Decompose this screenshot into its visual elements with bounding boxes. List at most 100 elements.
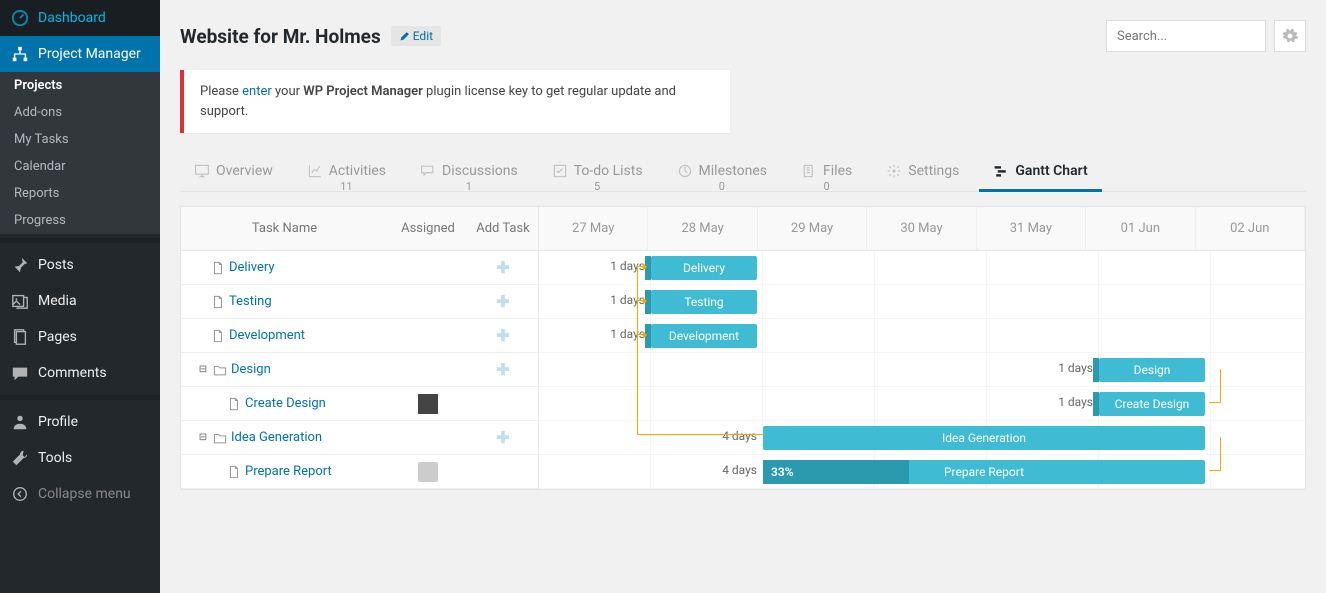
sidebar-divider xyxy=(0,395,160,400)
toggle-icon[interactable]: ⊟ xyxy=(197,364,209,375)
gantt-body: 1 daysDelivery1 daysTesting1 daysDevelop… xyxy=(539,251,1305,489)
license-notice: Please enter your WP Project Manager plu… xyxy=(180,70,730,133)
tab-gantt[interactable]: Gantt Chart xyxy=(979,153,1101,191)
sidebar-item-pages[interactable]: Pages xyxy=(0,319,160,355)
sidebar-sub-addons[interactable]: Add-ons xyxy=(0,99,160,126)
settings-button[interactable] xyxy=(1274,20,1306,52)
tab-settings[interactable]: Settings xyxy=(872,153,973,191)
gantt-bar[interactable]: Create Design xyxy=(1099,392,1205,416)
task-row: ⊟ Design ✚ xyxy=(181,353,538,387)
col-assigned: Assigned xyxy=(388,221,468,236)
chat-icon xyxy=(420,163,436,179)
sidebar-item-project-manager[interactable]: Project Manager xyxy=(0,36,160,72)
gantt-row: 4 days33%Prepare Report xyxy=(539,455,1305,489)
tab-count: 0 xyxy=(824,180,830,193)
gantt-grid-header: Task Name Assigned Add Task xyxy=(181,207,538,251)
document-icon xyxy=(211,295,225,309)
task-row: Development ✚ xyxy=(181,319,538,353)
dependency-line xyxy=(637,334,645,335)
day-col: 30 May xyxy=(867,207,976,250)
add-task-button[interactable]: ✚ xyxy=(468,292,538,311)
gantt-bar[interactable]: Delivery xyxy=(651,256,757,280)
wrench-icon xyxy=(10,448,30,468)
search-input[interactable] xyxy=(1106,20,1266,52)
duration-label: 1 days xyxy=(1049,361,1093,375)
task-link[interactable]: Delivery xyxy=(229,260,275,275)
profile-icon xyxy=(10,412,30,432)
tab-activities[interactable]: Activities 11 xyxy=(293,153,400,191)
gantt-row: 1 daysDelivery xyxy=(539,251,1305,285)
sidebar-sub-reports[interactable]: Reports xyxy=(0,180,160,207)
gear-icon xyxy=(1282,28,1298,44)
task-link[interactable]: Create Design xyxy=(245,396,326,411)
checklist-icon xyxy=(552,163,568,179)
add-task-button[interactable]: ✚ xyxy=(468,428,538,447)
enter-link[interactable]: enter xyxy=(242,84,272,99)
sidebar-item-media[interactable]: Media xyxy=(0,283,160,319)
day-col: 29 May xyxy=(758,207,867,250)
edit-button[interactable]: Edit xyxy=(391,26,441,46)
task-link[interactable]: Design xyxy=(231,362,271,377)
add-task-button[interactable]: ✚ xyxy=(468,258,538,277)
tab-discussions[interactable]: Discussions 1 xyxy=(406,153,532,191)
task-link[interactable]: Prepare Report xyxy=(245,464,332,479)
tab-count: 5 xyxy=(594,180,600,193)
task-row: Prepare Report xyxy=(181,455,538,489)
dashboard-icon xyxy=(10,8,30,28)
milestone-icon xyxy=(677,163,693,179)
toggle-icon[interactable]: ⊟ xyxy=(197,432,209,443)
task-link[interactable]: Development xyxy=(229,328,305,343)
dependency-line xyxy=(1209,369,1221,403)
task-link[interactable]: Idea Generation xyxy=(231,430,322,445)
task-link[interactable]: Testing xyxy=(229,294,272,309)
sidebar-sub-projects[interactable]: Projects xyxy=(0,72,160,99)
dependency-line xyxy=(637,266,645,267)
sidebar-label: Collapse menu xyxy=(38,486,131,502)
sidebar-label: Profile xyxy=(38,414,78,430)
task-row: Delivery ✚ xyxy=(181,251,538,285)
day-col: 28 May xyxy=(648,207,757,250)
sitemap-icon xyxy=(10,44,30,64)
sidebar-item-dashboard[interactable]: Dashboard xyxy=(0,0,160,36)
sidebar-label: Posts xyxy=(38,257,74,273)
avatar xyxy=(418,462,438,482)
sidebar-item-tools[interactable]: Tools xyxy=(0,440,160,476)
day-col: 02 Jun xyxy=(1196,207,1305,250)
task-row: Create Design xyxy=(181,387,538,421)
sidebar-item-profile[interactable]: Profile xyxy=(0,404,160,440)
edit-label: Edit xyxy=(413,29,433,43)
tab-milestones[interactable]: Milestones 0 xyxy=(663,153,782,191)
sidebar-sub-progress[interactable]: Progress xyxy=(0,207,160,234)
gantt-bar[interactable]: Idea Generation xyxy=(763,426,1205,450)
col-add-task: Add Task xyxy=(468,221,538,236)
tab-overview[interactable]: Overview xyxy=(180,153,287,191)
sidebar-sub-calendar[interactable]: Calendar xyxy=(0,153,160,180)
gantt-timeline[interactable]: 27 May28 May29 May30 May31 May01 Jun02 J… xyxy=(539,207,1305,489)
project-tabs: Overview Activities 11 Discussions 1 To-… xyxy=(180,153,1306,192)
sidebar-divider xyxy=(0,238,160,243)
day-col: 31 May xyxy=(977,207,1086,250)
add-task-button[interactable]: ✚ xyxy=(468,360,538,379)
sidebar-sub-mytasks[interactable]: My Tasks xyxy=(0,126,160,153)
col-task-name: Task Name xyxy=(181,221,388,236)
sidebar-label: Comments xyxy=(38,365,107,381)
sidebar-item-collapse[interactable]: Collapse menu xyxy=(0,476,160,512)
sidebar-subitems: Projects Add-ons My Tasks Calendar Repor… xyxy=(0,72,160,234)
gantt-icon xyxy=(993,163,1009,179)
sidebar-label: Pages xyxy=(38,329,77,345)
sidebar-item-posts[interactable]: Posts xyxy=(0,247,160,283)
gantt-bar[interactable]: 33%Prepare Report xyxy=(763,460,1205,484)
tab-files[interactable]: Files 0 xyxy=(787,153,866,191)
tab-count: 11 xyxy=(340,180,352,193)
tab-todo[interactable]: To-do Lists 5 xyxy=(538,153,657,191)
pin-icon xyxy=(10,255,30,275)
add-task-button[interactable]: ✚ xyxy=(468,326,538,345)
gantt-bar[interactable]: Testing xyxy=(651,290,757,314)
gantt-task-grid: Task Name Assigned Add Task Delivery ✚ Tes… xyxy=(181,207,539,489)
dependency-line xyxy=(637,300,645,301)
gantt-bar[interactable]: Design xyxy=(1099,358,1205,382)
sidebar-label: Tools xyxy=(38,450,72,466)
day-col: 01 Jun xyxy=(1086,207,1195,250)
sidebar-item-comments[interactable]: Comments xyxy=(0,355,160,391)
sidebar-label: Media xyxy=(38,293,77,309)
